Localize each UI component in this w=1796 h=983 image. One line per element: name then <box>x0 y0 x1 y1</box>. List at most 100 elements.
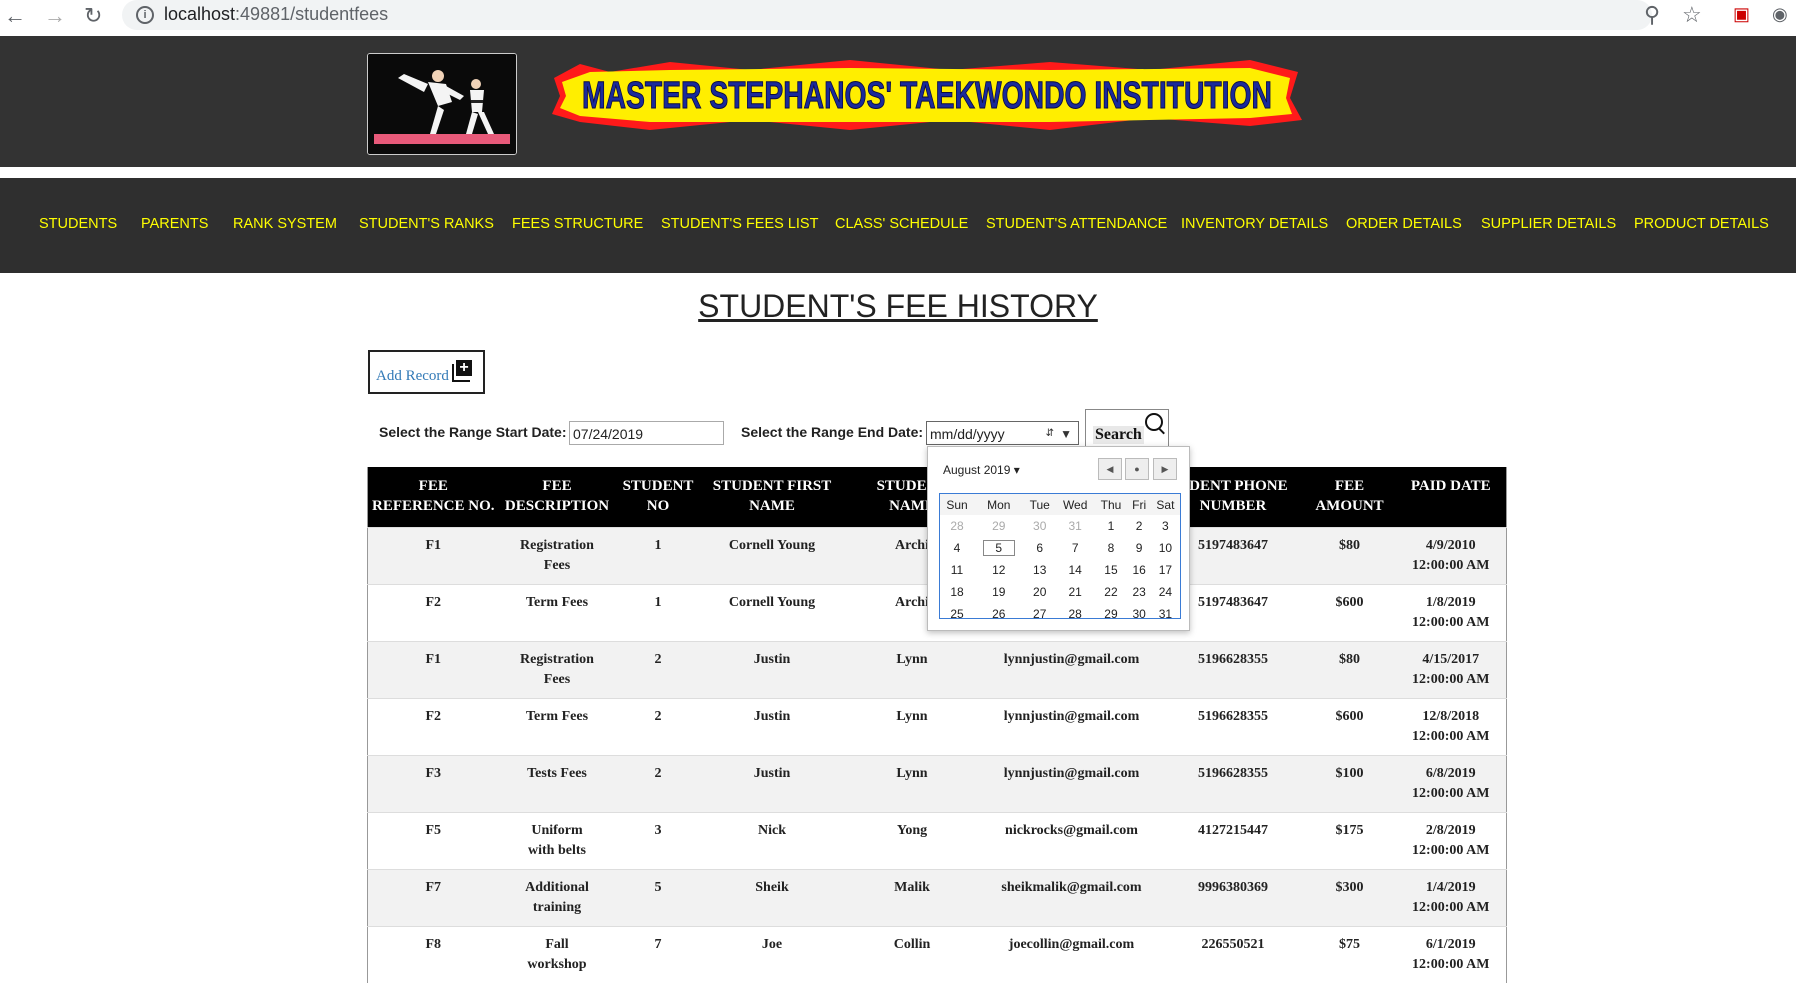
bookmark-star-icon[interactable]: ☆ <box>1682 2 1702 28</box>
calendar-day[interactable]: 21 <box>1056 581 1095 603</box>
add-record-label: Add Record <box>376 368 449 384</box>
zoom-icon[interactable]: ⚲ <box>1644 2 1660 28</box>
cell-last-name: Lynn <box>843 697 981 755</box>
profile-icon[interactable]: ◉ <box>1772 4 1788 25</box>
calendar-day[interactable]: 19 <box>974 581 1024 603</box>
nav-students-fees-list[interactable]: STUDENT'S FEES LIST <box>661 216 818 232</box>
calendar-day[interactable]: 30 <box>1024 515 1056 537</box>
calendar-day[interactable]: 26 <box>974 603 1024 625</box>
nav-class-schedule[interactable]: CLASS' SCHEDULE <box>835 216 968 232</box>
cell-description: Registration Fees <box>498 640 616 698</box>
nav-students-ranks[interactable]: STUDENT'S RANKS <box>359 216 494 232</box>
calendar-day[interactable]: 17 <box>1151 559 1180 581</box>
logo-image <box>367 53 517 155</box>
address-bar[interactable]: i localhost:49881/studentfees <box>122 0 1652 30</box>
cell-last-name: Yong <box>843 811 981 869</box>
banner-logo: MASTER STEPHANOS' TAEKWONDO INSTITUTION <box>552 60 1302 130</box>
spinner-icon[interactable]: ⇵ <box>1046 422 1054 446</box>
cell-amount: $80 <box>1303 526 1396 584</box>
cell-last-name: Lynn <box>843 640 981 698</box>
calendar-day[interactable]: 20 <box>1024 581 1056 603</box>
site-header: MASTER STEPHANOS' TAEKWONDO INSTITUTION <box>0 36 1796 167</box>
nav-supplier-details[interactable]: SUPPLIER DETAILS <box>1481 216 1616 232</box>
cell-student-no: 2 <box>615 697 701 755</box>
month-selector[interactable]: August 2019 ▾ <box>943 463 1020 477</box>
calendar-day[interactable]: 5 <box>974 537 1024 559</box>
calendar-day[interactable]: 3 <box>1151 515 1180 537</box>
calendar-day[interactable]: 1 <box>1094 515 1127 537</box>
cell-paid-date: 12/8/2018 12:00:00 AM <box>1395 697 1507 755</box>
calendar-day[interactable]: 23 <box>1128 581 1151 603</box>
cell-fee-ref: F2 <box>367 583 499 641</box>
nav-order-details[interactable]: ORDER DETAILS <box>1346 216 1462 232</box>
calendar-day[interactable]: 27 <box>1024 603 1056 625</box>
calendar-day[interactable]: 7 <box>1056 537 1095 559</box>
calendar-day[interactable]: 31 <box>1151 603 1180 625</box>
next-month-button[interactable]: ▶ <box>1153 458 1177 480</box>
table-row: F8 Fall workshop 7 Joe Collin joecollin@gmail… <box>367 925 1507 983</box>
calendar-day[interactable]: 6 <box>1024 537 1056 559</box>
col-fee-ref: FEE REFERENCE NO. <box>367 467 499 527</box>
calendar-day[interactable]: 28 <box>1056 603 1095 625</box>
calendar-day[interactable]: 10 <box>1151 537 1180 559</box>
forward-icon[interactable]: → <box>44 3 66 29</box>
end-date-placeholder: mm/dd/yyyy <box>930 426 1005 442</box>
calendar-day[interactable]: 4 <box>940 537 974 559</box>
nav-students-attendance[interactable]: STUDENT'S ATTENDANCE <box>986 216 1167 232</box>
add-record-button[interactable]: Add Record + <box>368 350 485 394</box>
dropdown-arrow-icon[interactable]: ▼ <box>1060 422 1072 446</box>
calendar-day[interactable]: 30 <box>1128 603 1151 625</box>
calendar-day[interactable]: 29 <box>974 515 1024 537</box>
calendar-day[interactable]: 18 <box>940 581 974 603</box>
weekday-header: Sun <box>940 494 975 515</box>
calendar-day[interactable]: 11 <box>940 559 974 581</box>
nav-parents[interactable]: PARENTS <box>141 216 208 232</box>
calendar-day[interactable]: 13 <box>1024 559 1056 581</box>
calendar-day[interactable]: 22 <box>1094 581 1127 603</box>
cell-student-no: 7 <box>615 925 701 983</box>
cell-email: joecollin@gmail.com <box>980 925 1163 983</box>
info-icon[interactable]: i <box>136 6 154 24</box>
cell-amount: $600 <box>1303 697 1396 755</box>
cell-fee-ref: F1 <box>367 640 499 698</box>
nav-rank-system[interactable]: RANK SYSTEM <box>233 216 337 232</box>
nav-inventory-details[interactable]: INVENTORY DETAILS <box>1181 216 1328 232</box>
calendar-day[interactable]: 31 <box>1056 515 1095 537</box>
calendar-day[interactable]: 8 <box>1094 537 1127 559</box>
today-button[interactable]: ● <box>1125 458 1149 480</box>
cell-fee-ref: F8 <box>367 925 499 983</box>
cell-email: sheikmalik@gmail.com <box>980 868 1163 926</box>
end-date-label: Select the Range End Date: <box>741 424 924 440</box>
calendar-day[interactable]: 29 <box>1094 603 1127 625</box>
cell-phone: 9996380369 <box>1162 868 1304 926</box>
calendar-day[interactable]: 12 <box>974 559 1024 581</box>
calendar-day[interactable]: 9 <box>1128 537 1151 559</box>
cell-description: Term Fees <box>498 583 616 641</box>
calendar-day[interactable]: 28 <box>940 515 974 537</box>
cell-student-no: 3 <box>615 811 701 869</box>
calendar-day[interactable]: 24 <box>1151 581 1180 603</box>
calendar-day[interactable]: 14 <box>1056 559 1095 581</box>
search-icon <box>1145 413 1163 431</box>
nav-students[interactable]: STUDENTS <box>39 216 117 232</box>
url-text[interactable]: localhost:49881/studentfees <box>164 4 388 25</box>
nav-fees-structure[interactable]: FEES STRUCTURE <box>512 216 643 232</box>
calendar-day[interactable]: 2 <box>1128 515 1151 537</box>
calendar-day[interactable]: 16 <box>1128 559 1151 581</box>
reload-icon[interactable]: ↻ <box>84 3 102 29</box>
cell-student-no: 2 <box>615 640 701 698</box>
cell-paid-date: 4/9/2010 12:00:00 AM <box>1395 526 1507 584</box>
extension-icon[interactable]: ▣ <box>1733 4 1750 25</box>
nav-product-details[interactable]: PRODUCT DETAILS <box>1634 216 1769 232</box>
back-icon[interactable]: ← <box>4 3 26 29</box>
cell-paid-date: 1/4/2019 12:00:00 AM <box>1395 868 1507 926</box>
prev-month-button[interactable]: ◀ <box>1098 458 1122 480</box>
cell-first-name: Sheik <box>700 868 844 926</box>
header-divider <box>0 167 1796 178</box>
end-date-input[interactable]: mm/dd/yyyy ⇵ ▼ <box>926 421 1079 445</box>
cell-email: nickrocks@gmail.com <box>980 811 1163 869</box>
search-button[interactable]: Search <box>1085 409 1169 447</box>
calendar-day[interactable]: 25 <box>940 603 974 625</box>
calendar-day[interactable]: 15 <box>1094 559 1127 581</box>
start-date-input[interactable]: 07/24/2019 <box>569 421 724 445</box>
